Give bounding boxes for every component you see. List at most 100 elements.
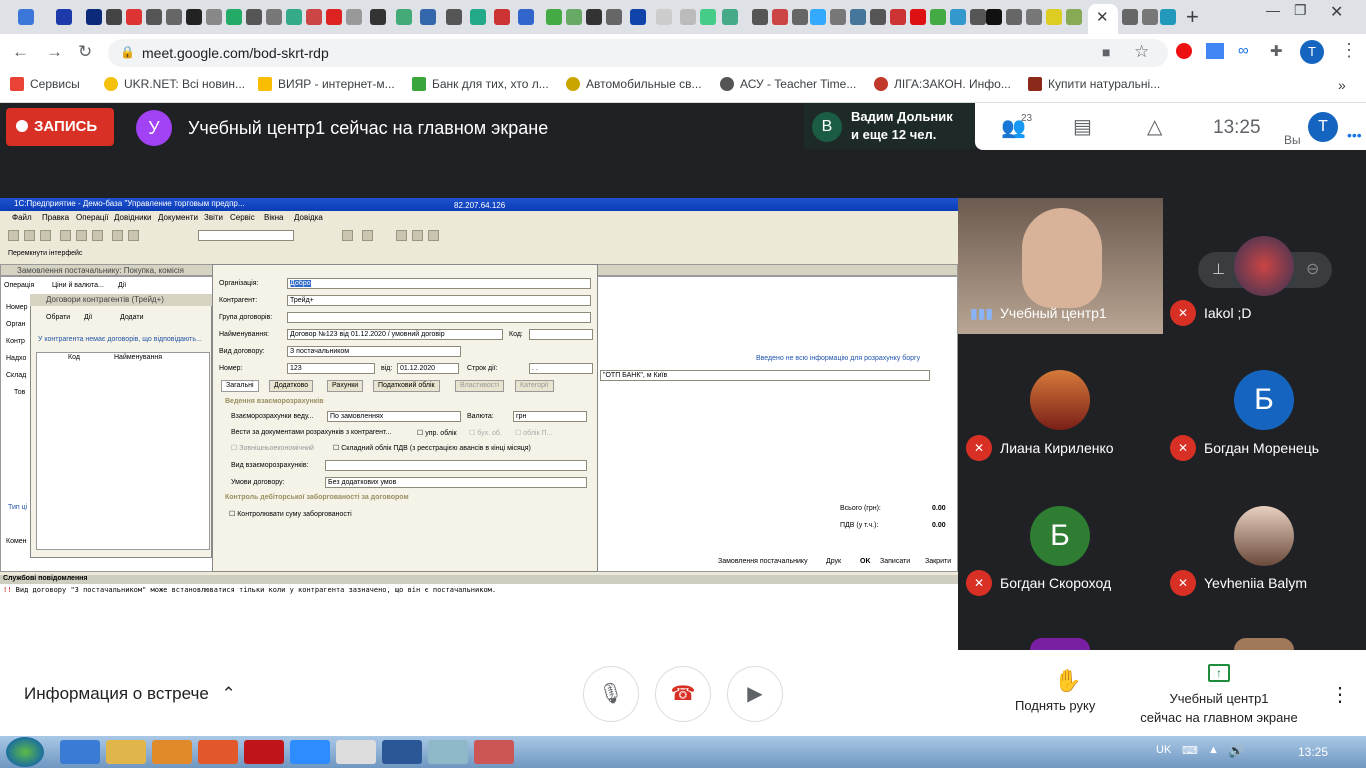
order-bottom-button[interactable]: OK xyxy=(860,558,871,565)
star-icon[interactable]: ☆ xyxy=(1134,42,1149,62)
bookmark-buy[interactable]: Купити натуральні... xyxy=(1028,77,1160,91)
tab-favicon[interactable] xyxy=(246,9,262,25)
bookmark-auto[interactable]: Автомобильные св... xyxy=(566,77,702,91)
tab-favicon[interactable] xyxy=(286,9,302,25)
window-close-icon[interactable]: ✕ xyxy=(1330,2,1343,22)
more-dots-icon[interactable]: ••• xyxy=(1347,127,1362,143)
menu-item[interactable]: Операції xyxy=(76,213,108,222)
tab-favicon[interactable] xyxy=(306,9,322,25)
tab-favicon[interactable] xyxy=(370,9,386,25)
tab-general[interactable]: Загальні xyxy=(221,380,259,392)
tab-favicon[interactable] xyxy=(1026,9,1042,25)
order-toolbar-item[interactable]: Операція xyxy=(4,282,34,289)
toolbar-button[interactable] xyxy=(24,230,35,241)
tab-favicon[interactable] xyxy=(722,9,738,25)
tab-favicon[interactable] xyxy=(792,9,808,25)
leave-call-button[interactable]: ☎ xyxy=(655,666,711,722)
raise-hand-button[interactable]: Поднять руку xyxy=(1015,698,1095,713)
activities-icon[interactable]: △ xyxy=(1147,114,1162,139)
tab-properties[interactable]: Властивості xyxy=(455,380,505,392)
tab-favicon[interactable] xyxy=(226,9,242,25)
tab-favicon[interactable] xyxy=(810,9,826,25)
tab-favicon[interactable] xyxy=(18,9,34,25)
toolbar-button[interactable] xyxy=(342,230,353,241)
order-bottom-button[interactable]: Закрити xyxy=(925,558,951,565)
forward-icon[interactable]: → xyxy=(46,42,63,62)
language-indicator[interactable]: UK xyxy=(1156,744,1171,756)
contracts-table[interactable] xyxy=(36,352,210,550)
tab-favicon[interactable] xyxy=(656,9,672,25)
terms-field[interactable]: Без додаткових умов xyxy=(325,477,587,488)
tab-favicon[interactable] xyxy=(106,9,122,25)
toolbar-button[interactable] xyxy=(8,230,19,241)
group-field[interactable] xyxy=(287,312,591,323)
media-player-icon[interactable] xyxy=(152,740,192,764)
tab-favicon[interactable] xyxy=(910,9,926,25)
order-bottom-button[interactable]: Замовлення постачальнику xyxy=(718,558,808,565)
notepad-icon[interactable] xyxy=(428,740,468,764)
url-text[interactable]: meet.google.com/bod-skrt-rdp xyxy=(142,45,329,61)
order-bottom-button[interactable]: Друк xyxy=(826,558,841,565)
toolbar-button[interactable] xyxy=(412,230,423,241)
term-field[interactable]: . . xyxy=(529,363,593,374)
raise-hand-icon[interactable]: ✋ xyxy=(1054,668,1081,694)
counterparty-field[interactable]: Трейд+ xyxy=(287,295,591,306)
toolbar-button[interactable] xyxy=(40,230,51,241)
more-bookmarks-icon[interactable]: » xyxy=(1338,77,1346,93)
tab-favicon[interactable] xyxy=(890,9,906,25)
tab-accounts[interactable]: Рахунки xyxy=(327,380,364,392)
tab-favicon[interactable] xyxy=(518,9,534,25)
tab-favicon[interactable] xyxy=(1122,9,1138,25)
tab-favicon[interactable] xyxy=(930,9,946,25)
org-field[interactable]: Добро xyxy=(287,278,591,289)
interface-switch[interactable]: Перемкнути інтерфейс xyxy=(8,250,82,257)
new-tab-button[interactable]: + xyxy=(1186,4,1199,30)
extensions-puzzle-icon[interactable]: ✚ xyxy=(1270,42,1283,60)
tab-favicon[interactable] xyxy=(850,9,866,25)
toolbar-button[interactable] xyxy=(362,230,373,241)
bookmark-asu[interactable]: АСУ - Teacher Time... xyxy=(720,77,856,91)
tray-arrow-icon[interactable]: ▲ xyxy=(1208,744,1219,756)
check-accounting[interactable]: ☐ бух. об. xyxy=(469,429,502,437)
tab-favicon[interactable] xyxy=(630,9,646,25)
menu-item[interactable]: Документи xyxy=(158,213,198,222)
tab-favicon[interactable] xyxy=(1006,9,1022,25)
currency-field[interactable]: грн xyxy=(513,411,587,422)
menu-item[interactable]: Правка xyxy=(42,213,69,222)
tab-favicon[interactable] xyxy=(752,9,768,25)
tab-favicon[interactable] xyxy=(830,9,846,25)
contracts-toolbar-item[interactable]: Додати xyxy=(120,314,144,321)
system-clock[interactable]: 13:25 xyxy=(1298,745,1328,759)
zoom-icon[interactable] xyxy=(290,740,330,764)
1c-icon[interactable] xyxy=(474,740,514,764)
omnibox[interactable]: 🔒 meet.google.com/bod-skrt-rdp ■ ☆ xyxy=(108,39,1168,67)
toolbar-button[interactable] xyxy=(76,230,87,241)
active-speaker-box[interactable]: В Вадим Дольник и еще 12 чел. xyxy=(804,103,976,149)
menu-item[interactable]: Сервіс xyxy=(230,213,255,222)
kind-field[interactable] xyxy=(325,460,587,471)
tab-favicon[interactable] xyxy=(86,9,102,25)
info-warning-link[interactable]: Введено не всю інформацію для розрахунку… xyxy=(756,355,920,362)
tab-favicon[interactable] xyxy=(606,9,622,25)
tab-favicon[interactable] xyxy=(566,9,582,25)
tab-favicon[interactable] xyxy=(970,9,986,25)
contracts-toolbar-item[interactable]: Обрати xyxy=(46,314,70,321)
camera-button[interactable]: ▶ xyxy=(727,666,783,722)
tab-favicon[interactable] xyxy=(146,9,162,25)
menu-item[interactable]: Звіти xyxy=(204,213,223,222)
tab-favicon[interactable] xyxy=(1046,9,1062,25)
check-tax[interactable]: ☐ облік П... xyxy=(515,429,552,437)
tab-categories[interactable]: Категорії xyxy=(515,380,554,392)
infinity-extension-icon[interactable]: ∞ xyxy=(1238,42,1249,59)
maximize-icon[interactable]: ❐ xyxy=(1294,2,1307,19)
tab-favicon[interactable] xyxy=(446,9,462,25)
order-toolbar-item[interactable]: Ціни й валюта... xyxy=(52,282,104,289)
tab-favicon[interactable] xyxy=(494,9,510,25)
tab-favicon[interactable] xyxy=(1160,9,1176,25)
tab-close-icon[interactable]: ✕ xyxy=(1096,8,1109,26)
ie-icon[interactable] xyxy=(60,740,100,764)
toolbar-button[interactable] xyxy=(396,230,407,241)
bookmark-ukrnet[interactable]: UKR.NET: Всі новин... xyxy=(104,77,245,91)
profile-avatar[interactable]: T xyxy=(1300,40,1324,64)
toolbar-search-field[interactable] xyxy=(198,230,294,241)
